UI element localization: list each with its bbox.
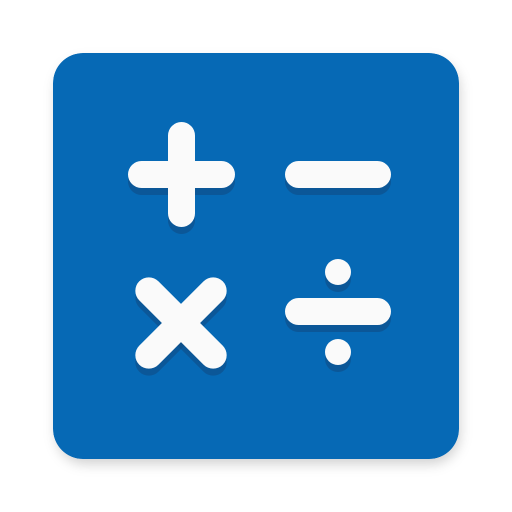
calculator-app-icon[interactable] bbox=[53, 53, 459, 459]
minus-icon bbox=[285, 161, 391, 188]
operators-graphic bbox=[53, 53, 459, 459]
app-icon-canvas bbox=[0, 0, 512, 512]
tile-background bbox=[53, 53, 459, 459]
